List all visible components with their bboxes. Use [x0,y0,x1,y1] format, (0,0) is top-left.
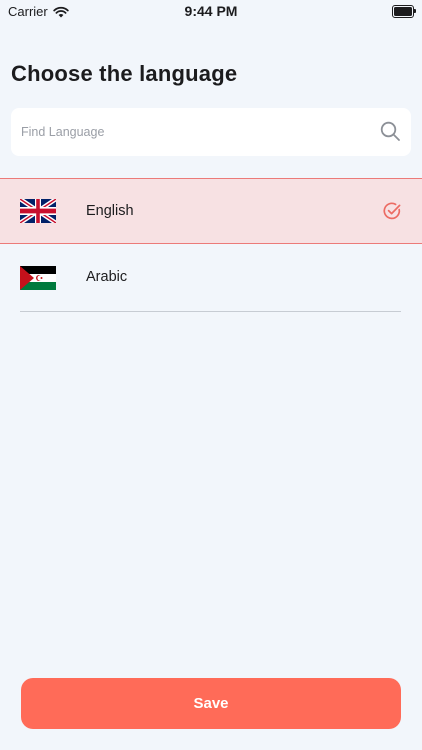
language-option-arabic[interactable]: Arabic [0,245,422,311]
search-icon[interactable] [380,121,401,142]
western-sahara-flag-icon [20,266,56,290]
status-time: 9:44 PM [184,3,238,19]
language-label: English [86,203,134,219]
row-divider [20,311,401,312]
battery-icon [392,5,416,18]
search-input[interactable] [21,108,361,156]
language-label: Arabic [86,269,128,285]
status-bar: Carrier 9:44 PM [0,0,422,22]
page-title: Choose the language [11,61,238,86]
uk-flag-icon [20,199,56,223]
check-circle-icon [383,202,401,220]
language-option-english[interactable]: English [0,178,422,244]
search-box [11,108,411,156]
save-button[interactable]: Save [21,678,401,729]
